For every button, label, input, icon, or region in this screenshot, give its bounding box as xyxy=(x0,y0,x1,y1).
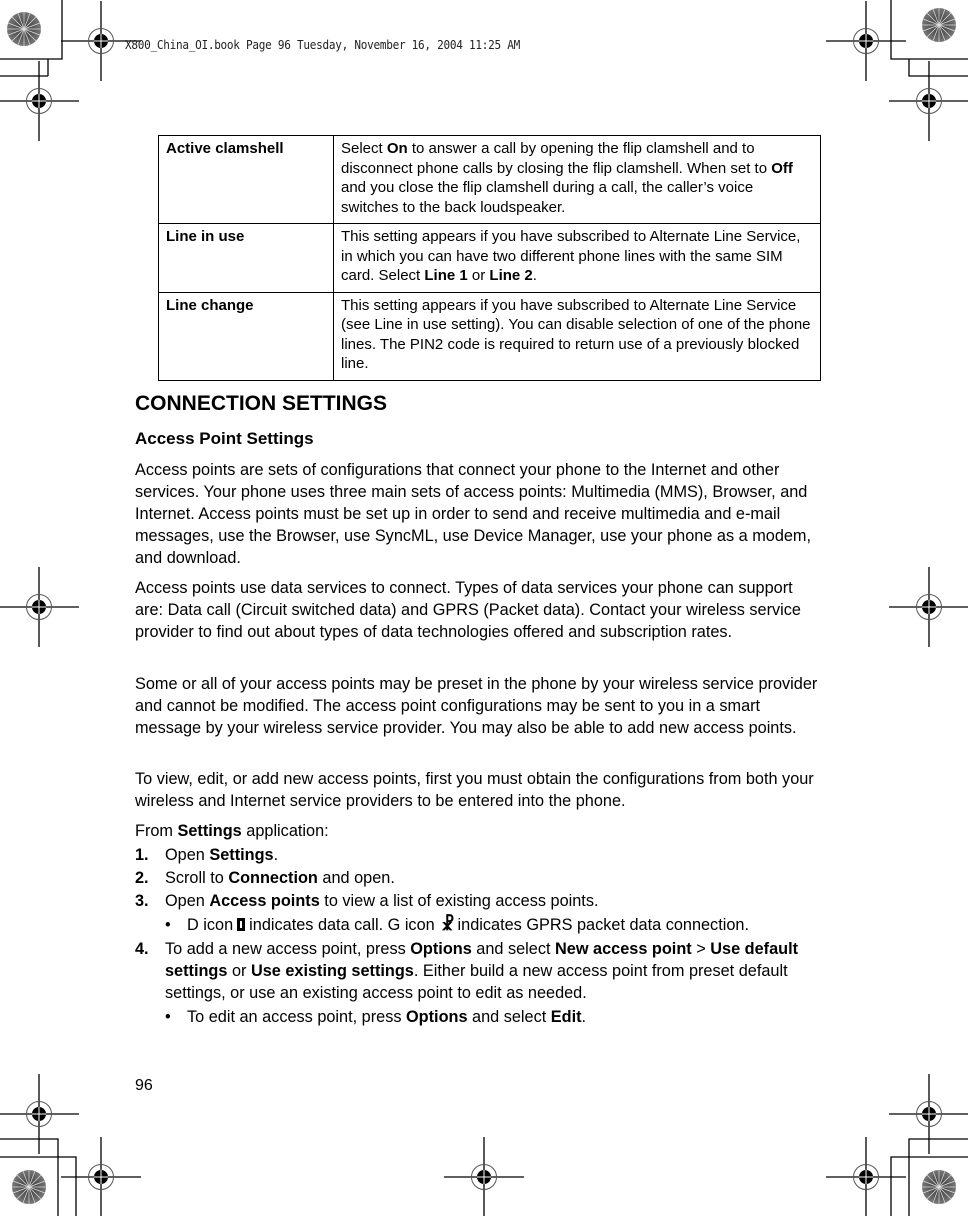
text-run: Open xyxy=(165,846,210,864)
step-number: 1. xyxy=(135,846,149,864)
text-run: or xyxy=(467,267,490,284)
registration-mark xyxy=(0,566,80,648)
text-run: Scroll to xyxy=(165,869,229,887)
setting-description: This setting appears if you have subscri… xyxy=(333,291,821,381)
bold-term: Access points xyxy=(209,892,320,910)
bold-term: Options xyxy=(410,940,472,958)
setting-description: This setting appears if you have subscri… xyxy=(333,223,821,293)
registration-mark xyxy=(60,1136,142,1216)
data-call-icon xyxy=(237,918,246,931)
step-text: Scroll to Connection and open. xyxy=(165,867,825,889)
text-run: This setting appears if you have subscri… xyxy=(341,228,801,284)
from-post: application: xyxy=(241,822,329,840)
bullet-dot: • xyxy=(165,1008,171,1026)
bold-term: Line 1 xyxy=(424,267,468,284)
text-run: . xyxy=(532,267,537,284)
text-run: and open. xyxy=(317,869,395,887)
starburst-mark-bottom-right xyxy=(921,1169,957,1205)
step-text: Open Access points to view a list of exi… xyxy=(165,890,825,912)
bullet-text: indicates data call. G icon xyxy=(249,916,435,934)
text-run: or xyxy=(227,962,251,980)
bullet-dot: • xyxy=(165,916,171,934)
from-line: From Settings application: xyxy=(135,820,825,842)
bold-term: Line 2 xyxy=(489,267,533,284)
paragraph: Access points use data services to conne… xyxy=(135,579,801,641)
bold-term: On xyxy=(386,140,408,157)
text-run: To edit an access point, press xyxy=(187,1008,407,1026)
registration-mark xyxy=(888,60,968,142)
paragraph: Access points are sets of configurations… xyxy=(135,461,812,567)
bullet-text: indicates GPRS packet data connection. xyxy=(457,916,749,934)
setting-name: Active clamshell xyxy=(158,135,334,224)
step-number: 3. xyxy=(135,892,149,910)
setting-description: Select On to answer a call by opening th… xyxy=(333,135,821,224)
text-run: Select xyxy=(341,140,387,157)
text-run: to view a list of existing access points… xyxy=(319,892,599,910)
table-row: Line in use This setting appears if you h… xyxy=(158,223,821,293)
starburst-mark-bottom-left xyxy=(11,1169,47,1205)
bold-term: Use existing settings xyxy=(250,962,414,980)
paragraph: To view, edit, or add new access points,… xyxy=(135,770,814,810)
settings-table: Active clamshell Select On to answer a ca… xyxy=(158,135,821,381)
subsection-title: Access Point Settings xyxy=(135,429,314,448)
text-run: Open xyxy=(165,892,210,910)
table-row: Active clamshell Select On to answer a ca… xyxy=(158,135,821,224)
bold-term: Connection xyxy=(228,869,318,887)
setting-name: Line change xyxy=(158,291,334,381)
from-bold: Settings xyxy=(177,822,242,840)
registration-mark xyxy=(825,1136,907,1216)
registration-mark xyxy=(888,1073,968,1155)
step-number: 4. xyxy=(135,940,149,958)
table-row: Line change This setting appears if you h… xyxy=(158,291,821,381)
step-text: Open Settings. xyxy=(165,844,825,866)
setting-name: Line in use xyxy=(158,223,334,293)
bold-term: Options xyxy=(406,1008,468,1026)
text-run: and select xyxy=(467,1008,551,1026)
section-title: CONNECTION SETTINGS xyxy=(135,392,388,415)
step-text: To add a new access point, press Options… xyxy=(165,938,825,1004)
text-run: To add a new access point, press xyxy=(165,940,411,958)
bold-term: New access point xyxy=(555,940,692,958)
gprs-icon: ☧ xyxy=(441,915,455,934)
bold-term: Settings xyxy=(209,846,274,864)
paragraph: Some or all of your access points may be… xyxy=(135,675,818,737)
text-run: This setting appears if you have subscri… xyxy=(341,296,811,373)
page-number: 96 xyxy=(135,1077,153,1094)
bullet-text: D icon xyxy=(187,916,234,934)
text-run: and select xyxy=(471,940,556,958)
registration-mark xyxy=(825,0,907,82)
bold-term: Off xyxy=(771,159,793,177)
starburst-mark-top-right xyxy=(921,7,957,43)
registration-mark xyxy=(443,1136,525,1216)
text-run: > xyxy=(691,940,711,958)
print-slug-header: X800_China_OI.book Page 96 Tuesday, Nove… xyxy=(125,38,520,52)
from-pre: From xyxy=(135,822,178,840)
bullet-text: To edit an access point, press Options a… xyxy=(187,1006,827,1028)
text-run: . xyxy=(273,846,279,864)
step-number: 2. xyxy=(135,869,149,887)
starburst-mark-top-left xyxy=(6,11,42,47)
registration-mark xyxy=(0,1073,80,1155)
text-run: . xyxy=(581,1008,587,1026)
text-run: and you close the flip clamshell during … xyxy=(341,179,754,216)
registration-mark xyxy=(888,566,968,648)
bold-term: Edit xyxy=(550,1008,582,1026)
registration-mark xyxy=(0,60,80,142)
